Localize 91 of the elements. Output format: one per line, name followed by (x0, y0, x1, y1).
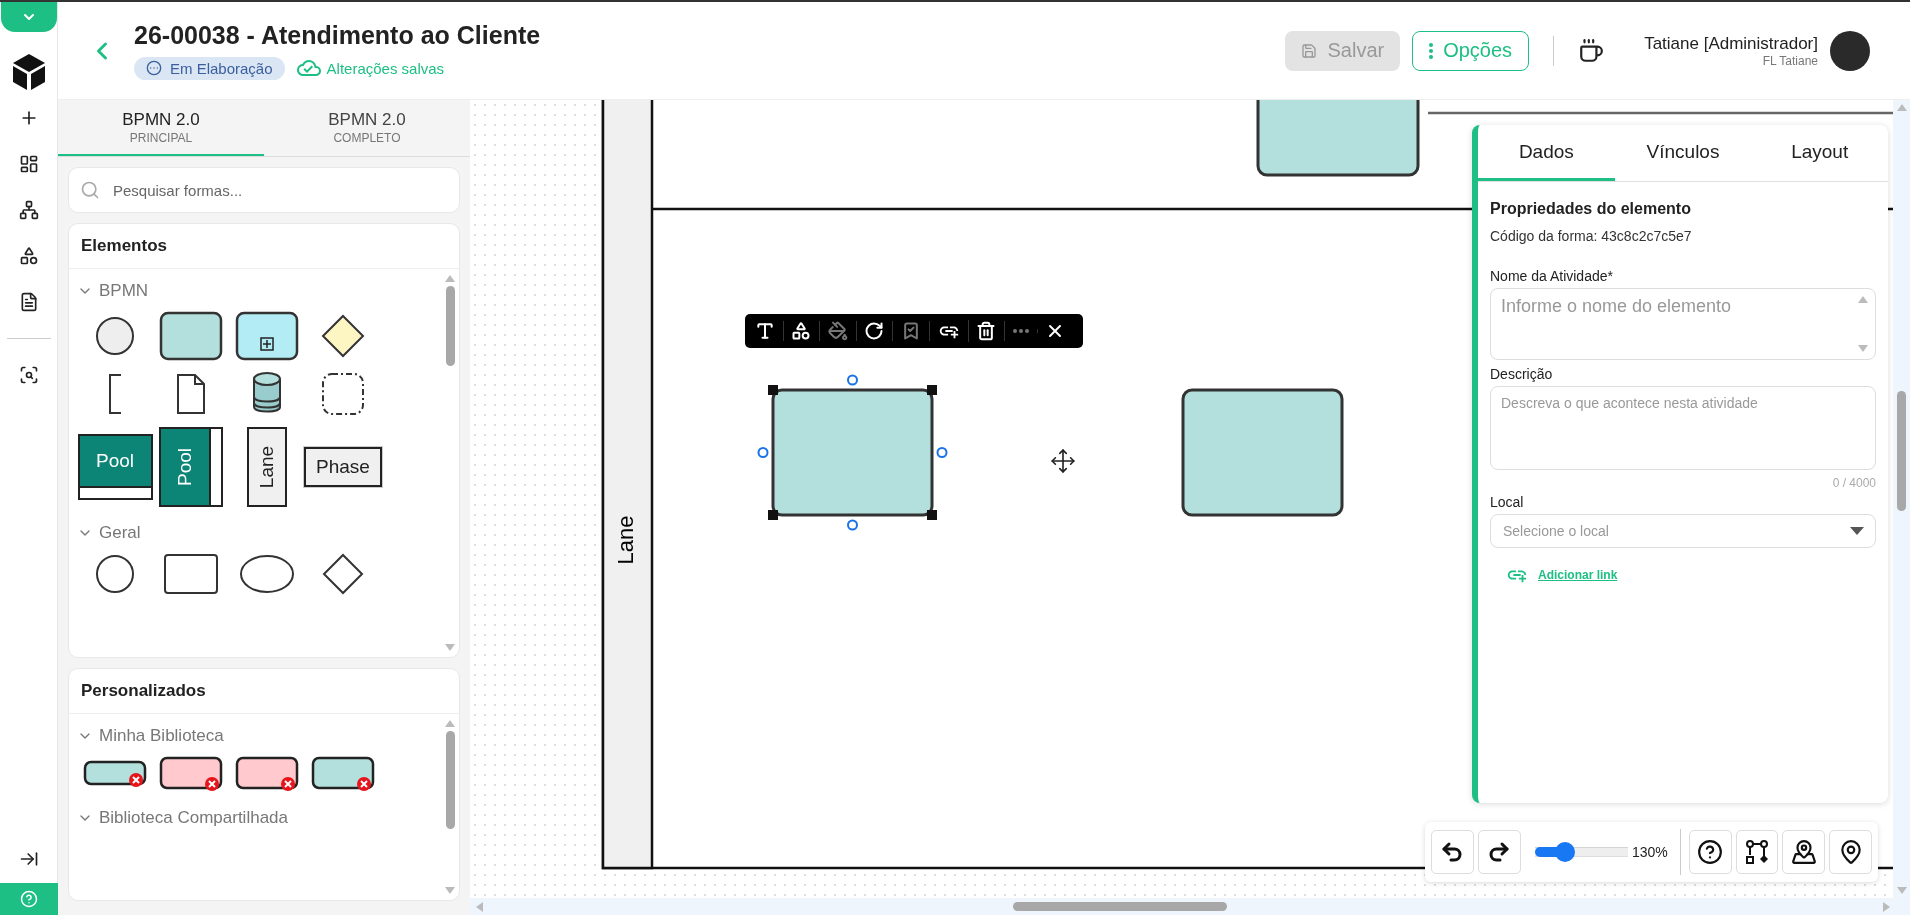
flow-icon (1743, 839, 1770, 865)
shapes-icon (791, 321, 812, 341)
field-label: Local (1490, 494, 1525, 510)
toolbar-button[interactable] (754, 321, 784, 341)
flow-button[interactable] (1735, 830, 1779, 874)
delete-icon (976, 321, 997, 341)
dropdown-arrow-icon (1850, 527, 1864, 535)
options-button[interactable]: Opções (1412, 30, 1530, 71)
coffee-icon[interactable] (1578, 37, 1605, 64)
scroll-thumb[interactable] (1897, 391, 1906, 511)
avatar[interactable] (1830, 30, 1870, 71)
map-button[interactable] (1782, 830, 1826, 874)
ellipsis-circle-icon (146, 60, 162, 76)
save-icon (1301, 42, 1318, 59)
panel-title: Elementos (69, 224, 459, 269)
text-icon (754, 321, 775, 341)
hierarchy-icon[interactable] (18, 200, 39, 220)
diamond-icon[interactable] (322, 553, 364, 595)
zoom-reading: 130% (1631, 844, 1668, 860)
task-shape[interactable] (1256, 100, 1420, 177)
group-header[interactable]: Biblioteca Compartilhada (77, 808, 433, 828)
circle-icon[interactable] (95, 554, 135, 594)
help-icon (19, 890, 38, 908)
search-field[interactable]: Pesquisar formas... (68, 167, 460, 213)
dashboard-icon[interactable] (18, 154, 39, 174)
field-label: Nome da Atividade* (1490, 268, 1614, 284)
lane-shape[interactable]: Lane (247, 427, 287, 507)
redo-button[interactable] (1477, 830, 1521, 874)
selection-handles[interactable] (757, 374, 948, 531)
rectangle-icon[interactable] (164, 554, 218, 594)
add-link[interactable]: Adicionar link (1538, 568, 1618, 582)
lane-label: Lane (612, 515, 638, 565)
panel-heading: Propriedades do elemento (1490, 200, 1692, 218)
paint-bucket-icon (827, 321, 848, 341)
status-text: Em Elaboração (170, 59, 273, 77)
phase-shape[interactable]: Phase (304, 447, 382, 487)
shapes-icon[interactable] (18, 246, 39, 266)
scan-search-icon[interactable] (18, 365, 39, 385)
user-org: FL Tatiane (1762, 53, 1818, 68)
page-title: 26-00038 - Atendimento ao Cliente (134, 21, 541, 50)
library-tab[interactable]: BPMN 2.0 COMPLETO (264, 100, 470, 156)
description-field[interactable]: Descreva o que acontece nesta atividade (1490, 386, 1876, 470)
pool-shape[interactable]: Pool (77, 434, 153, 500)
scroll-thumb[interactable] (445, 286, 455, 366)
save-status: Alterações salvas (326, 59, 445, 77)
panel-title: Personalizados (69, 669, 459, 714)
location-select[interactable]: Selecione o local (1490, 514, 1876, 548)
scroll-thumb[interactable] (1013, 902, 1227, 911)
scroll-thumb[interactable] (445, 731, 455, 829)
toolbar-button[interactable] (864, 321, 894, 341)
toolbar-button[interactable] (976, 321, 1006, 341)
task-shape[interactable] (771, 388, 934, 517)
group-header[interactable]: Geral (77, 523, 433, 543)
properties-tab[interactable]: Dados (1478, 125, 1615, 181)
task-icon[interactable] (159, 311, 223, 361)
more-vertical-icon (1429, 42, 1434, 59)
vertical-pool-shape[interactable]: Pool (159, 427, 223, 507)
annotation-icon[interactable] (107, 373, 123, 415)
custom-shape-icon[interactable] (311, 756, 375, 792)
custom-shape-icon[interactable] (159, 756, 223, 792)
shape-code: Código da forma: 43c8c2c7c5e7 (1490, 228, 1693, 244)
toolbar-button[interactable] (937, 320, 969, 342)
properties-tab[interactable]: Layout (1751, 125, 1888, 181)
field-label: Descrição (1490, 366, 1554, 382)
ellipse-icon[interactable] (240, 554, 294, 594)
gateway-icon[interactable] (321, 314, 365, 358)
custom-shape-icon[interactable] (235, 756, 299, 792)
map-pin-icon (1790, 839, 1817, 865)
toolbar-button[interactable] (791, 321, 821, 341)
group-header[interactable]: BPMN (77, 281, 433, 301)
more-icon (1012, 329, 1029, 333)
vertical-scrollbar[interactable] (1893, 100, 1910, 898)
group-icon[interactable] (321, 372, 365, 416)
undo-button[interactable] (1431, 830, 1474, 874)
user-name: Tatiane [Administrador] (1644, 33, 1818, 54)
subprocess-icon[interactable] (235, 311, 299, 361)
horizontal-scrollbar[interactable] (470, 898, 1910, 915)
expand-icon[interactable] (18, 849, 39, 869)
library-tab[interactable]: BPMN 2.0 PRINCIPAL (58, 100, 264, 156)
task-shape[interactable] (1181, 388, 1344, 517)
char-counter: 0 / 4000 (1831, 476, 1876, 490)
move-cursor-icon (1050, 448, 1076, 474)
properties-tab[interactable]: Vínculos (1614, 125, 1752, 181)
document-icon[interactable] (176, 373, 206, 415)
group-header[interactable]: Minha Biblioteca (77, 726, 433, 746)
location-button[interactable] (1829, 830, 1872, 874)
custom-shape-icon[interactable] (83, 760, 147, 788)
rotate-icon (864, 321, 885, 341)
help-button[interactable] (1688, 830, 1732, 874)
help-icon (1697, 839, 1724, 865)
circle-icon[interactable] (95, 316, 135, 356)
